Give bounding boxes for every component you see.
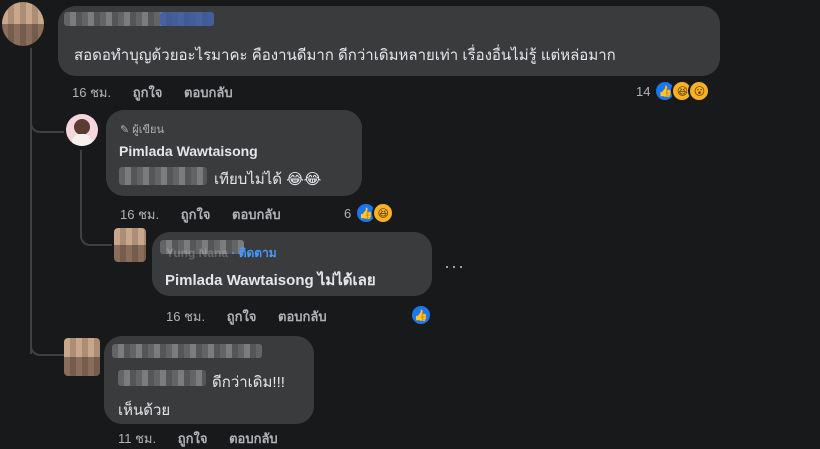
timestamp[interactable]: 16 ชม.	[120, 207, 159, 222]
timestamp[interactable]: 16 ชม.	[166, 309, 205, 324]
like-button[interactable]: ถูกใจ	[133, 85, 163, 100]
avatar-body	[72, 134, 92, 146]
reaction-summary[interactable]: 👍	[410, 304, 432, 326]
timestamp[interactable]: 11 ชม.	[118, 431, 156, 446]
comment-text-line1: ดีกว่าเดิม!!!	[212, 374, 285, 391]
avatar[interactable]	[64, 338, 100, 376]
reply-meta: 16 ชม. ถูกใจ ตอบกลับ	[166, 306, 345, 327]
thread-branch	[30, 105, 64, 133]
pencil-icon: ✎	[120, 124, 130, 136]
thread-line	[30, 48, 32, 354]
follow-link[interactable]: · ติดตาม	[231, 246, 276, 260]
thread-branch-comment2	[30, 330, 64, 356]
reply-button[interactable]: ตอบกลับ	[229, 431, 278, 446]
thread-branch-reply	[80, 220, 112, 246]
comment-meta: 11 ชม. ถูกใจ ตอบกลับ	[118, 428, 296, 449]
reply-button[interactable]: ตอบกลับ	[278, 309, 327, 324]
wow-emoji-icon: 😮	[688, 80, 711, 102]
comment-meta: 16 ชม. ถูกใจ ตอบกลับ	[72, 82, 251, 103]
reaction-summary[interactable]: 6 👍 😆	[344, 202, 395, 224]
reply-text: เทียบไม่ได้ 😂😂	[214, 171, 322, 188]
avatar[interactable]	[2, 2, 44, 46]
blurred-name-link	[160, 12, 214, 26]
reply-button[interactable]: ตอบกลับ	[232, 207, 281, 222]
avatar[interactable]	[114, 228, 146, 262]
like-button[interactable]: ถูกใจ	[181, 207, 211, 222]
thumbs-up-icon: 👍	[410, 304, 432, 326]
reply-meta: 16 ชม. ถูกใจ ตอบกลับ	[120, 204, 299, 225]
like-button[interactable]: ถูกใจ	[227, 309, 257, 324]
commenter-name[interactable]: Pimlada Wawtaisong	[119, 143, 258, 159]
reply-button[interactable]: ตอบกลับ	[184, 85, 233, 100]
reaction-count: 6	[344, 205, 352, 221]
like-button[interactable]: ถูกใจ	[178, 431, 208, 446]
reply-text: Pimlada Wawtaisong ไม่ได้เลย	[165, 272, 376, 289]
author-badge: ✎ ผู้เขียน	[120, 124, 164, 136]
more-icon[interactable]: ···	[444, 256, 465, 277]
timestamp[interactable]: 16 ชม.	[72, 85, 111, 100]
blurred-mention	[119, 167, 207, 185]
reaction-summary[interactable]: 14 👍 😆 😮	[636, 80, 711, 102]
blurred-mention	[118, 370, 206, 386]
avatar[interactable]	[66, 114, 98, 146]
reaction-count: 14	[636, 83, 651, 99]
blurred-name	[112, 344, 262, 358]
comment-text-line2: เห็นด้วย	[118, 402, 171, 419]
reply-header: Yung Nana · ติดตาม	[166, 246, 277, 260]
comment-text: สอดอทำบุญด้วยอะไรมาคะ คืองานดีมาก ดีกว่า…	[74, 47, 616, 64]
laughing-emoji-icon: 😆	[372, 202, 395, 224]
avatar-figure	[74, 119, 90, 135]
